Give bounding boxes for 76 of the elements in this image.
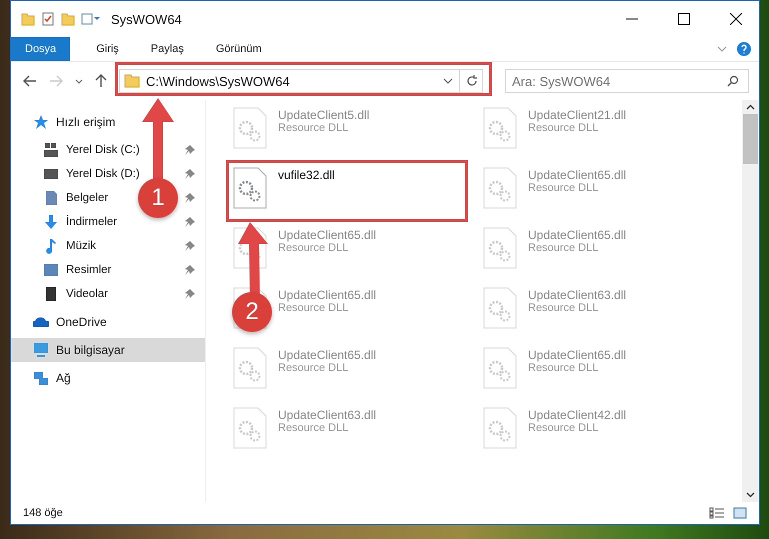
- file-type: Resource DLL: [278, 122, 350, 134]
- chevron-down-icon[interactable]: [75, 78, 83, 84]
- dll-file-icon: [232, 406, 268, 450]
- dll-file-icon: [482, 286, 518, 330]
- sidebar-item[interactable]: Müzik: [11, 234, 98, 258]
- download-icon: [43, 214, 59, 230]
- dll-file-icon: [232, 106, 268, 150]
- folder-icon: [124, 74, 140, 88]
- window-title: SysWOW64: [111, 12, 182, 26]
- file-type: Resource DLL: [278, 362, 350, 374]
- sidebar-item[interactable]: Belgeler: [11, 186, 110, 210]
- pin-icon[interactable]: [185, 217, 195, 227]
- dll-file-icon: [232, 346, 268, 390]
- sidebar-item[interactable]: Yerel Disk (C:): [11, 138, 142, 162]
- star-icon: [33, 114, 49, 130]
- ribbon-tab[interactable]: Paylaş: [136, 37, 198, 61]
- search-field[interactable]: Ara: SysWOW64: [505, 69, 749, 93]
- sidebar-item[interactable]: OneDrive: [11, 310, 205, 334]
- scrollbar[interactable]: [742, 100, 759, 502]
- network-icon: [33, 370, 49, 386]
- dll-file-icon: [232, 166, 268, 210]
- file-type: Resource DLL: [278, 242, 350, 254]
- sidebar-item[interactable]: Ağ: [11, 366, 205, 390]
- ribbon-tab[interactable]: Giriş: [82, 37, 133, 61]
- dll-file-icon: [482, 226, 518, 270]
- dll-file-icon: [482, 346, 518, 390]
- dll-file-icon: [482, 106, 518, 150]
- pc-icon: [33, 342, 49, 358]
- docs-icon: [43, 190, 59, 206]
- help-icon[interactable]: [737, 42, 751, 56]
- sidebar-item[interactable]: İndirmeler: [11, 210, 120, 234]
- minimize-icon[interactable]: [626, 18, 638, 20]
- scrollbar-thumb[interactable]: [743, 114, 758, 164]
- file-type: Resource DLL: [528, 182, 600, 194]
- details-view-icon[interactable]: [709, 507, 725, 519]
- file-name[interactable]: vufile32.dll: [278, 168, 335, 182]
- maximize-icon[interactable]: [678, 13, 690, 25]
- refresh-icon[interactable]: [466, 75, 478, 87]
- ribbon-tab[interactable]: Dosya: [11, 37, 70, 61]
- sidebar-item[interactable]: Hızlı erişim: [11, 110, 205, 134]
- dll-file-icon: [482, 406, 518, 450]
- pin-icon[interactable]: [185, 265, 195, 275]
- file-type: Resource DLL: [528, 302, 600, 314]
- pin-icon[interactable]: [185, 169, 195, 179]
- windisk-icon: [43, 142, 59, 158]
- pin-icon[interactable]: [185, 289, 195, 299]
- address-path: C:\Windows\SysWOW64: [146, 74, 290, 88]
- address-bar[interactable]: C:\Windows\SysWOW64: [119, 69, 483, 93]
- chevron-up-icon[interactable]: [746, 104, 755, 110]
- file-type: Resource DLL: [528, 122, 600, 134]
- sidebar-item[interactable]: Resimler: [11, 258, 114, 282]
- ribbon-tab[interactable]: Görünüm: [202, 37, 276, 61]
- customize-toolbar-icon[interactable]: [81, 13, 101, 25]
- file-type: Resource DLL: [278, 422, 350, 434]
- video-icon: [43, 286, 59, 302]
- close-icon[interactable]: [730, 13, 742, 25]
- pictures-icon: [43, 262, 59, 278]
- sidebar-item[interactable]: Videolar: [11, 282, 110, 306]
- music-icon: [43, 238, 59, 254]
- properties-icon[interactable]: [41, 12, 55, 26]
- pin-icon[interactable]: [185, 145, 195, 155]
- item-count: 148 öğe: [23, 507, 63, 519]
- dll-file-icon: [482, 166, 518, 210]
- chevron-down-icon[interactable]: [746, 492, 755, 498]
- up-arrow-icon[interactable]: [95, 74, 107, 88]
- file-type: Resource DLL: [278, 302, 350, 314]
- chevron-down-icon[interactable]: [443, 78, 453, 84]
- pin-icon[interactable]: [185, 241, 195, 251]
- back-arrow-icon[interactable]: [23, 75, 37, 87]
- pin-icon[interactable]: [185, 193, 195, 203]
- large-icons-view-icon[interactable]: [733, 507, 747, 519]
- file-type: Resource DLL: [528, 422, 600, 434]
- file-type: Resource DLL: [528, 362, 600, 374]
- file-type: Resource DLL: [528, 242, 600, 254]
- sidebar-item[interactable]: Bu bilgisayar: [11, 338, 205, 362]
- search-icon: [727, 75, 739, 87]
